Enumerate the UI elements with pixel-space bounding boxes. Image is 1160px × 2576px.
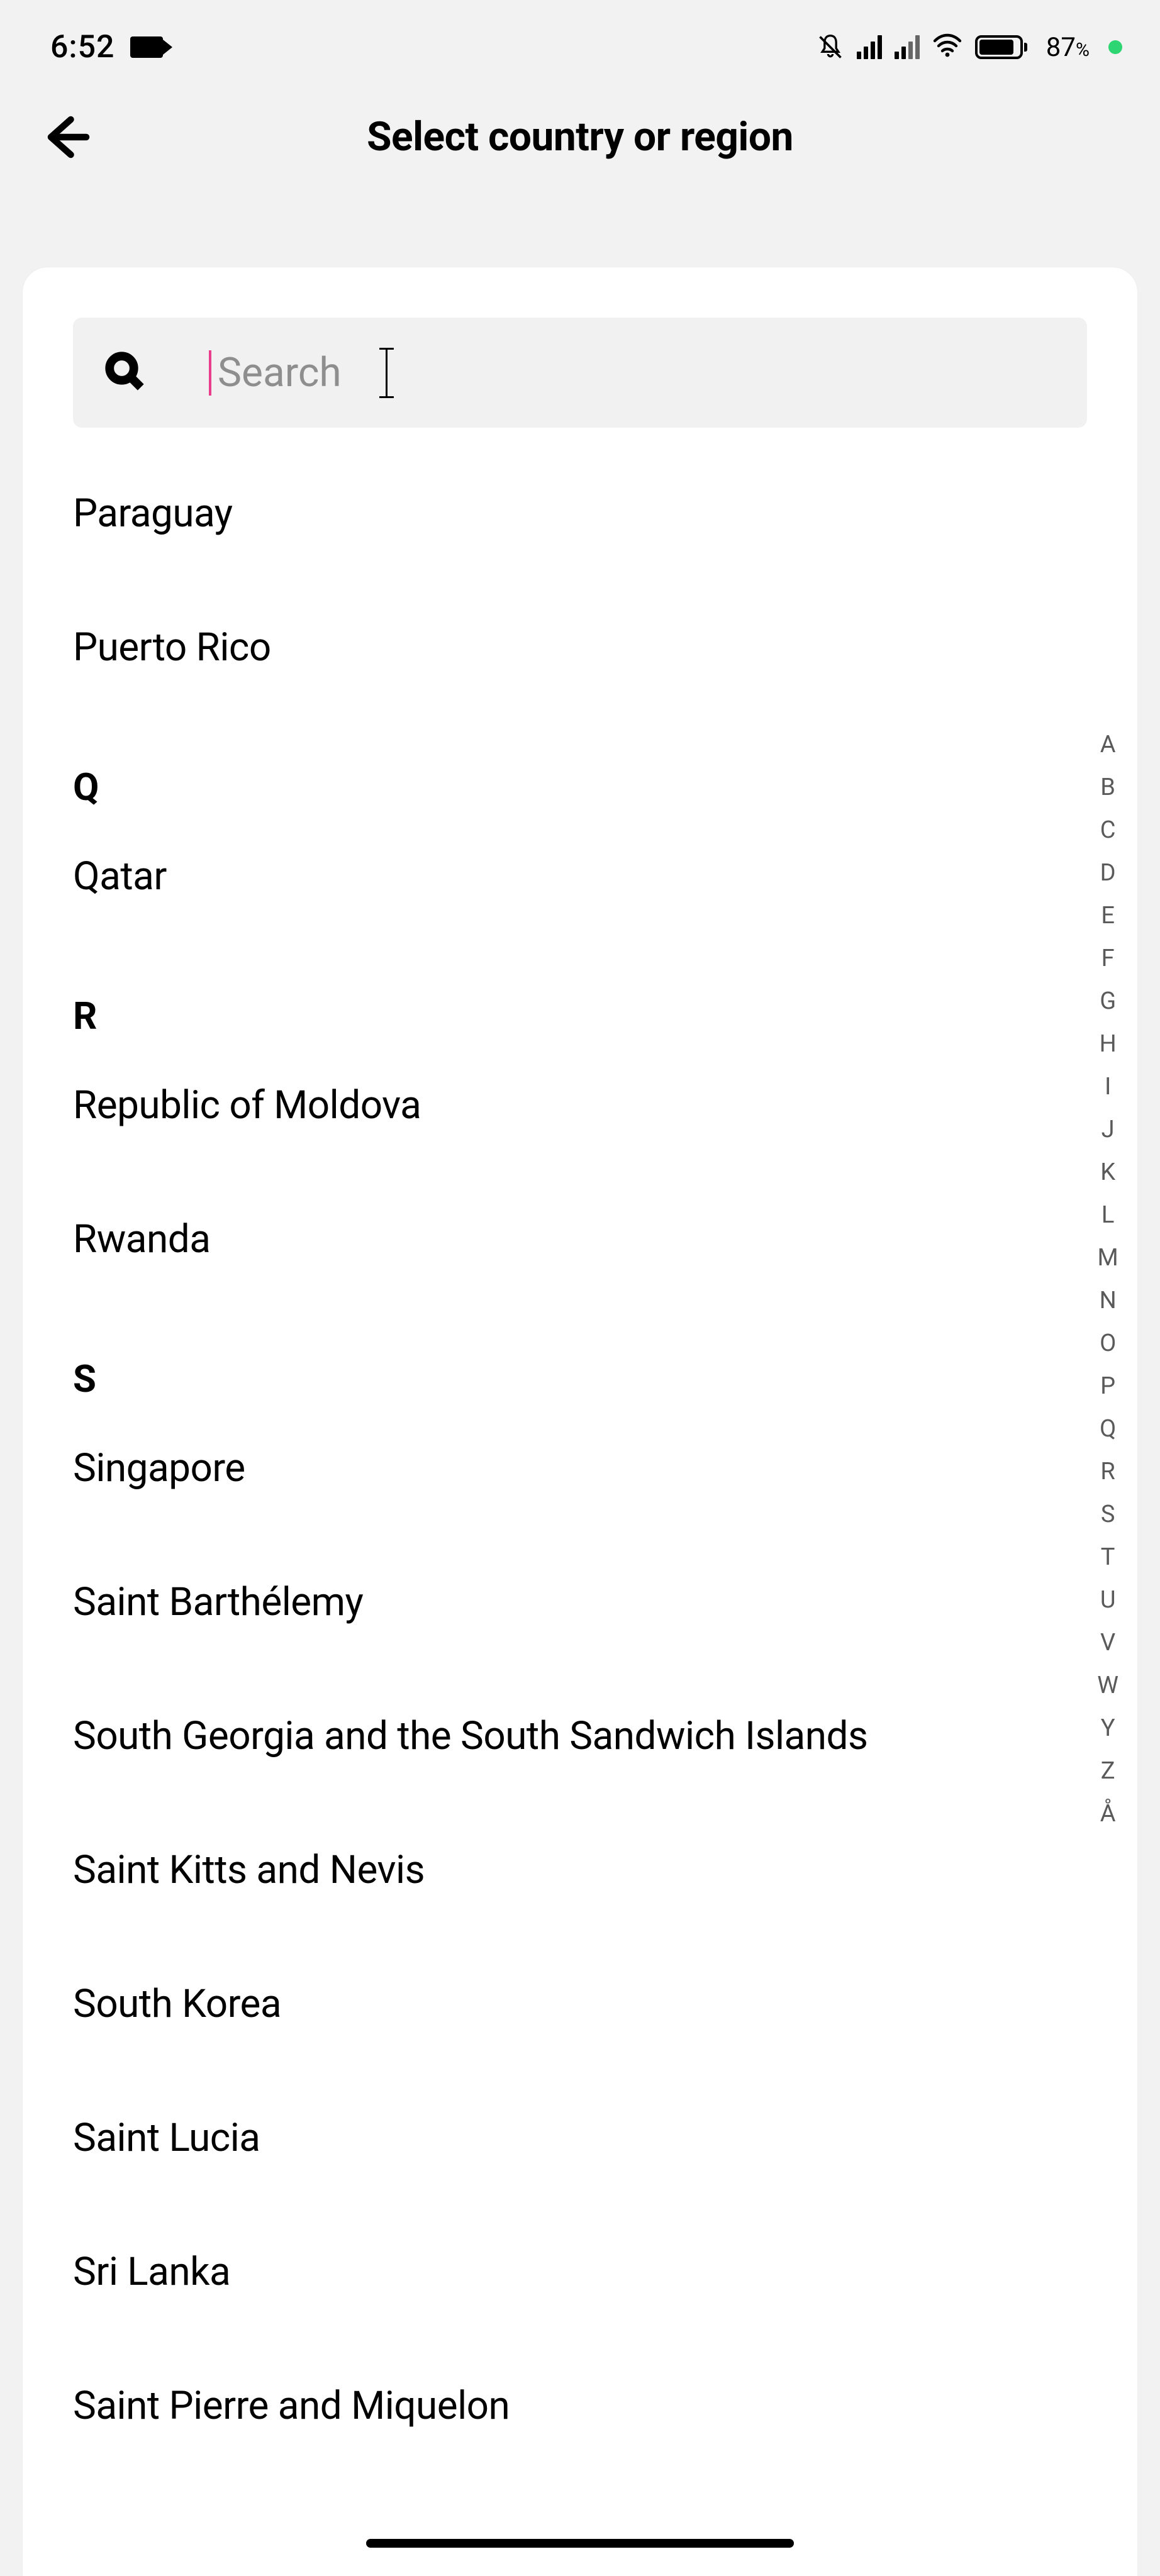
country-item[interactable]: Qatar bbox=[73, 809, 1087, 943]
country-item[interactable]: Saint Pierre and Miquelon bbox=[73, 2339, 1087, 2473]
index-letter[interactable]: Y bbox=[1101, 1707, 1115, 1750]
index-letter[interactable]: Q bbox=[1100, 1407, 1116, 1450]
status-time: 6:52 bbox=[50, 29, 114, 65]
country-item[interactable]: South Georgia and the South Sandwich Isl… bbox=[73, 1669, 1087, 1803]
index-letter[interactable]: C bbox=[1100, 809, 1116, 852]
section-header-q: Q bbox=[73, 714, 1087, 809]
recording-icon bbox=[130, 36, 163, 58]
index-letter[interactable]: W bbox=[1097, 1664, 1118, 1707]
index-letter[interactable]: Z bbox=[1101, 1750, 1115, 1792]
country-item[interactable]: South Korea bbox=[73, 1937, 1087, 2071]
country-item[interactable]: Puerto Rico bbox=[73, 580, 1087, 714]
section-header-r: R bbox=[73, 943, 1087, 1038]
index-letter[interactable]: G bbox=[1100, 980, 1116, 1023]
status-left: 6:52 bbox=[50, 29, 163, 65]
battery-icon bbox=[975, 35, 1027, 59]
index-letter[interactable]: I bbox=[1105, 1065, 1111, 1108]
index-letter[interactable]: N bbox=[1100, 1279, 1117, 1322]
index-letter[interactable]: O bbox=[1100, 1322, 1116, 1365]
back-button[interactable] bbox=[38, 106, 101, 169]
index-letter[interactable]: D bbox=[1100, 852, 1116, 894]
index-letter[interactable]: J bbox=[1101, 1108, 1115, 1151]
battery-percentage: 87% bbox=[1046, 32, 1090, 63]
index-letter[interactable]: M bbox=[1098, 1236, 1118, 1279]
country-item[interactable]: Saint Kitts and Nevis bbox=[73, 1803, 1087, 1937]
index-letter[interactable]: B bbox=[1100, 766, 1115, 809]
index-letter[interactable]: V bbox=[1100, 1621, 1115, 1664]
search-field[interactable]: Search bbox=[209, 348, 388, 398]
status-bar: 6:52 87% bbox=[0, 0, 1160, 94]
wifi-icon bbox=[932, 31, 962, 64]
index-letter[interactable]: T bbox=[1101, 1536, 1115, 1579]
country-item[interactable]: Sri Lanka bbox=[73, 2205, 1087, 2339]
index-letter[interactable]: E bbox=[1101, 894, 1115, 937]
status-right: 87% bbox=[817, 31, 1122, 64]
index-letter[interactable]: R bbox=[1100, 1450, 1115, 1493]
privacy-indicator-dot bbox=[1108, 40, 1122, 54]
country-list-card: Search Paraguay Puerto Rico Q Qatar R Re… bbox=[23, 267, 1137, 2576]
text-cursor-icon bbox=[386, 348, 388, 398]
page-title: Select country or region bbox=[367, 113, 793, 160]
alphabet-scroll-index[interactable]: A B C D E F G H I J K L M N O P Q R S T … bbox=[1097, 723, 1118, 1835]
page-header: Select country or region bbox=[0, 94, 1160, 179]
index-letter[interactable]: H bbox=[1100, 1023, 1117, 1065]
index-letter[interactable]: A bbox=[1100, 723, 1116, 766]
input-cursor bbox=[209, 350, 211, 396]
signal-1-icon bbox=[857, 35, 882, 59]
country-item[interactable]: Saint Barthélemy bbox=[73, 1535, 1087, 1669]
section-header-s: S bbox=[73, 1306, 1087, 1401]
notification-off-icon bbox=[817, 33, 844, 61]
country-item[interactable]: Singapore bbox=[73, 1401, 1087, 1535]
home-indicator[interactable] bbox=[366, 2539, 794, 2548]
index-letter[interactable]: L bbox=[1101, 1194, 1114, 1236]
search-placeholder: Search bbox=[218, 349, 342, 396]
index-letter[interactable]: S bbox=[1101, 1493, 1115, 1536]
country-item[interactable]: Paraguay bbox=[73, 447, 1087, 580]
search-input[interactable]: Search bbox=[73, 318, 1087, 428]
country-item[interactable]: Saint Lucia bbox=[73, 2071, 1087, 2205]
index-letter[interactable]: P bbox=[1100, 1365, 1115, 1407]
signal-2-icon bbox=[895, 35, 920, 59]
country-item[interactable]: Republic of Moldova bbox=[73, 1038, 1087, 1172]
country-list[interactable]: Paraguay Puerto Rico Q Qatar R Republic … bbox=[23, 447, 1137, 2473]
search-icon bbox=[104, 351, 146, 395]
index-letter[interactable]: U bbox=[1100, 1579, 1116, 1621]
index-letter[interactable]: K bbox=[1100, 1151, 1115, 1194]
index-letter[interactable]: F bbox=[1101, 937, 1115, 980]
index-letter[interactable]: Å bbox=[1100, 1792, 1116, 1835]
country-item[interactable]: Rwanda bbox=[73, 1172, 1087, 1306]
